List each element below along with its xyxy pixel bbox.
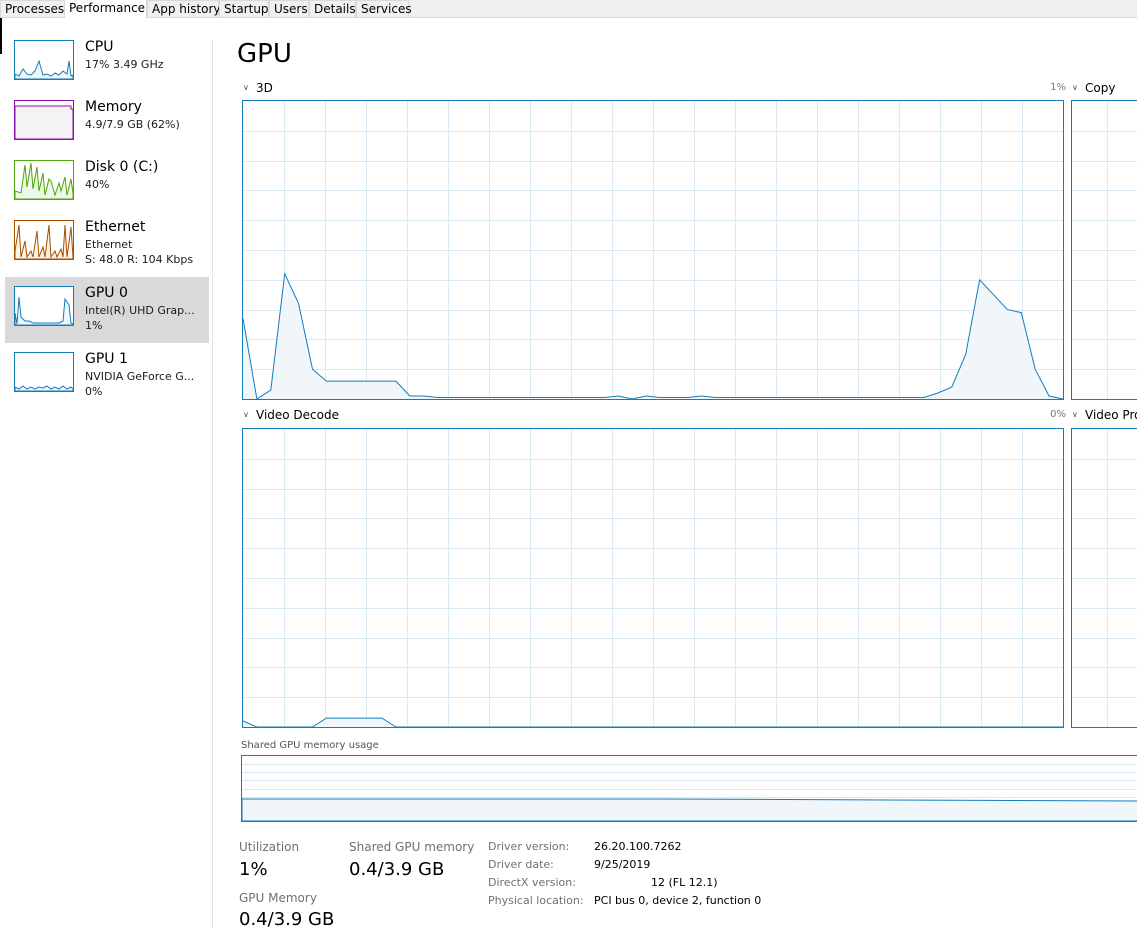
graph-3d-label[interactable]: 3D [256, 81, 273, 95]
gpu0-thumbnail-graph [14, 286, 74, 326]
window-edge [0, 18, 2, 54]
sidebar-item-disk-title: Disk 0 (C:) [85, 159, 159, 175]
gpu1-thumbnail-graph [14, 352, 74, 392]
tab-users[interactable]: Users [269, 0, 309, 17]
gpu1-thumbnail-chart [15, 385, 73, 391]
graph-video-decode-max: 0% [1050, 409, 1066, 420]
graph-video-processing-grid [1072, 429, 1137, 727]
shared-memory-chart [242, 764, 1137, 821]
graph-3d-max: 1% [1050, 82, 1066, 93]
shared-memory-graph-label: Shared GPU memory usage [241, 740, 379, 751]
tab-strip-border [0, 17, 1137, 18]
driver-date-label: Driver date: [488, 858, 554, 871]
shared-gpu-memory-label: Shared GPU memory [349, 840, 475, 854]
shared-memory-graph [241, 755, 1137, 822]
cpu-thumbnail-area [15, 59, 73, 79]
shared-memory-area [242, 798, 1137, 821]
directx-version-label: DirectX version: [488, 876, 576, 889]
sidebar-item-gpu-0-model: Intel(R) UHD Grap... [85, 304, 195, 317]
sidebar-item-memory-title: Memory [85, 99, 142, 115]
ethernet-thumbnail-graph [14, 220, 74, 260]
sidebar-item-ethernet-title: Ethernet [85, 219, 146, 235]
graph-video-decode [242, 428, 1064, 728]
sidebar-item-ethernet-throughput: S: 48.0 R: 104 Kbps [85, 253, 194, 266]
gpu-memory-value: 0.4/3.9 GB [239, 909, 335, 930]
sidebar-item-gpu-0-title: GPU 0 [85, 285, 128, 301]
tab-performance[interactable]: Performance [64, 0, 147, 18]
sidebar-item-memory[interactable]: Memory 4.9/7.9 GB (62%) [5, 93, 209, 159]
driver-version-label: Driver version: [488, 840, 570, 853]
sidebar-item-disk-detail: 40% [85, 178, 110, 191]
gpu0-thumbnail-area [15, 296, 73, 325]
sidebar-divider [212, 40, 213, 928]
cpu-thumbnail-chart [15, 59, 73, 79]
directx-version-value: 12 (FL 12.1) [651, 876, 718, 889]
sidebar-item-ethernet-adapter: Ethernet [85, 238, 133, 251]
chevron-down-icon[interactable]: ∨ [243, 408, 249, 422]
graph-video-decode-chart [243, 429, 1063, 727]
graph-video-decode-label[interactable]: Video Decode [256, 408, 339, 422]
utilization-value: 1% [239, 859, 268, 880]
sidebar-item-gpu-1[interactable]: GPU 1 NVIDIA GeForce G... 0% [5, 343, 209, 409]
tab-startup[interactable]: Startup [219, 0, 269, 17]
memory-thumbnail-graph [14, 100, 74, 140]
sidebar-item-memory-detail: 4.9/7.9 GB (62%) [85, 118, 180, 131]
graph-copy-grid [1072, 101, 1137, 399]
ethernet-thumbnail-chart [15, 224, 73, 259]
gpu-memory-label: GPU Memory [239, 891, 317, 905]
tab-services[interactable]: Services [356, 0, 412, 17]
sidebar-item-ethernet[interactable]: Ethernet Ethernet S: 48.0 R: 104 Kbps [5, 213, 209, 279]
sidebar-item-gpu-1-title: GPU 1 [85, 351, 128, 367]
shared-gpu-memory-value: 0.4/3.9 GB [349, 859, 445, 880]
graph-3d [242, 100, 1064, 400]
graph-video-processing [1071, 428, 1137, 728]
graph-copy [1071, 100, 1137, 400]
graph-3d-chart [243, 101, 1063, 399]
chevron-down-icon[interactable]: ∨ [243, 81, 249, 95]
ethernet-thumbnail-area [15, 224, 73, 259]
chevron-down-icon[interactable]: ∨ [1072, 408, 1078, 422]
graph-video-processing-label[interactable]: Video Pro [1085, 408, 1137, 422]
sidebar-item-cpu-title: CPU [85, 39, 114, 55]
gpu0-thumbnail-chart [15, 296, 73, 325]
graph-copy-label[interactable]: Copy [1085, 81, 1115, 95]
physical-location-value: PCI bus 0, device 2, function 0 [594, 894, 762, 907]
utilization-label: Utilization [239, 840, 300, 854]
disk-thumbnail-area [15, 162, 73, 199]
tab-app-history[interactable]: App history [147, 0, 221, 17]
tab-strip: Processes Performance App history Startu… [0, 0, 1137, 18]
tab-processes[interactable]: Processes [0, 0, 65, 17]
driver-version-value: 26.20.100.7262 [594, 840, 682, 853]
memory-thumbnail-chart [15, 105, 73, 139]
memory-thumbnail-area [15, 105, 73, 139]
sidebar-item-disk[interactable]: Disk 0 (C:) 40% [5, 153, 209, 219]
disk-thumbnail-graph [14, 160, 74, 200]
sidebar-item-gpu-1-usage: 0% [85, 385, 103, 398]
cpu-thumbnail-graph [14, 40, 74, 80]
driver-date-value: 9/25/2019 [594, 858, 651, 871]
sidebar-item-gpu-0[interactable]: GPU 0 Intel(R) UHD Grap... 1% [5, 277, 209, 343]
gpu1-thumbnail-area [15, 385, 73, 391]
page-title: GPU [237, 39, 292, 69]
tab-details[interactable]: Details [309, 0, 356, 17]
chevron-down-icon[interactable]: ∨ [1072, 81, 1078, 95]
sidebar-item-gpu-1-model: NVIDIA GeForce G... [85, 370, 195, 383]
sidebar-item-gpu-0-usage: 1% [85, 319, 103, 332]
disk-thumbnail-chart [15, 162, 73, 199]
sidebar-item-cpu-detail: 17% 3.49 GHz [85, 58, 164, 71]
physical-location-label: Physical location: [488, 894, 584, 907]
sidebar-item-cpu[interactable]: CPU 17% 3.49 GHz [5, 33, 209, 99]
